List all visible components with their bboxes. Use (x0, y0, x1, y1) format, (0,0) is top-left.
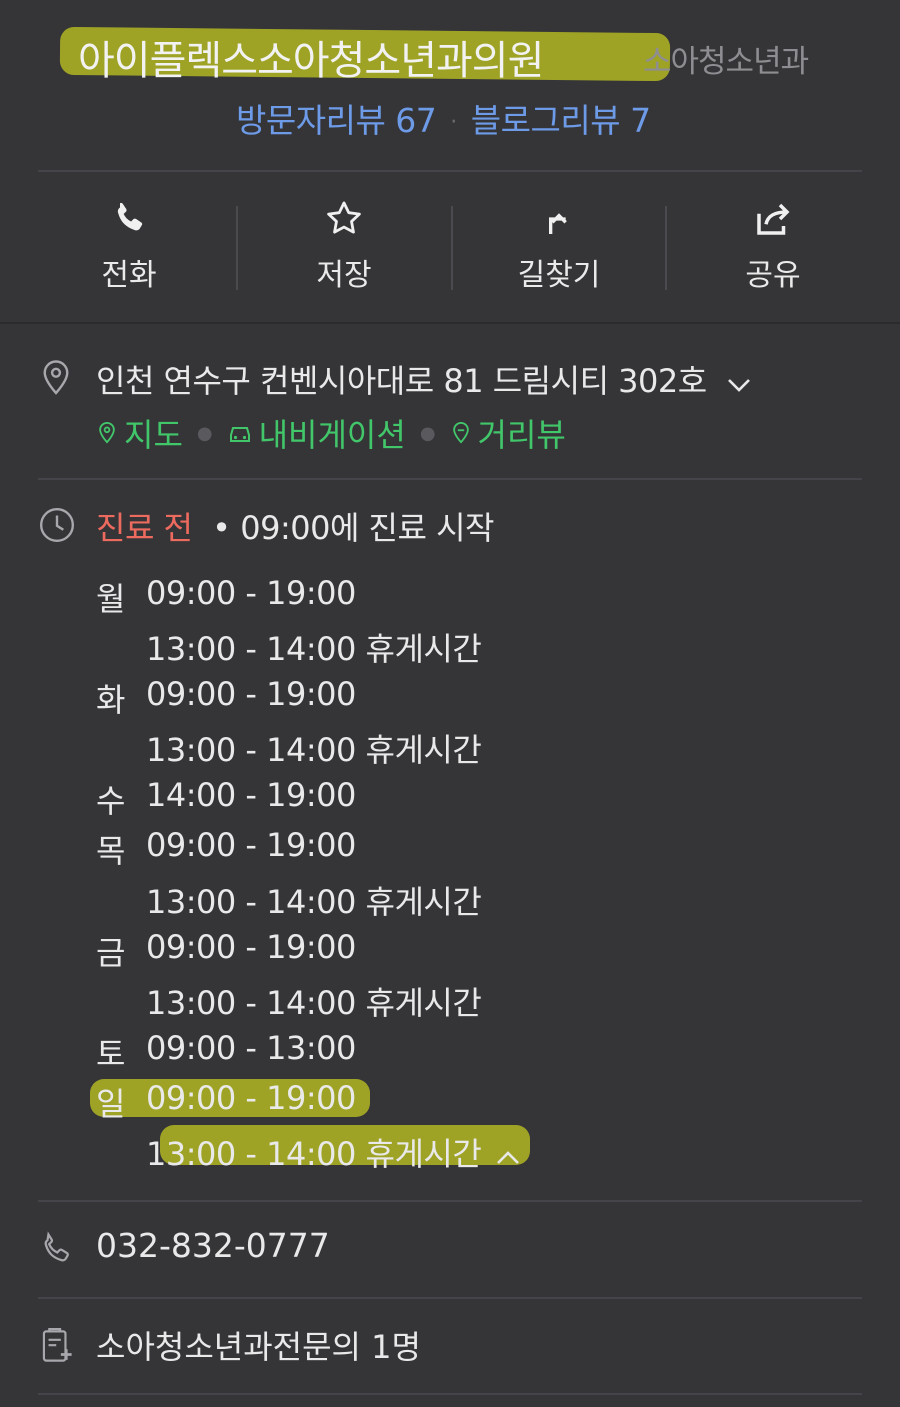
link-separator: ● (419, 422, 436, 444)
time-range: 09:00 - 13:00 (146, 1029, 356, 1067)
place-category: 소아청소년과 (643, 44, 809, 80)
chevron-up-icon[interactable] (495, 1137, 521, 1175)
phone-divider (38, 1297, 862, 1299)
map-link-label: 지도 (124, 416, 183, 454)
day-label: 금 (96, 934, 125, 972)
car-icon (229, 427, 250, 442)
day-label: 화 (96, 681, 125, 719)
day-label: 목 (96, 832, 125, 870)
visitor-reviews-link[interactable]: 방문자리뷰 67 (236, 101, 437, 140)
hours-divider (38, 1200, 862, 1202)
share-icon (666, 196, 880, 242)
phone-number[interactable]: 032-832-0777 (96, 1226, 330, 1265)
time-range: 09:00 - 19:00 (146, 574, 356, 612)
day-label: 토 (96, 1035, 125, 1073)
header-divider (38, 170, 862, 172)
review-links: 방문자리뷰 67 · 블로그리뷰 7 (236, 94, 651, 142)
address-text: 인천 연수구 컨벤시아대로 81 드림시티 302호 (96, 362, 707, 400)
break-time: 13:00 - 14:00 휴게시간 (146, 883, 482, 921)
share-label: 공유 (745, 258, 801, 293)
review-separator: · (450, 110, 457, 135)
address-row[interactable]: 인천 연수구 컨벤시아대로 81 드림시티 302호 (96, 356, 752, 402)
time-range: 14:00 - 19:00 (146, 776, 356, 814)
directions-label: 길찾기 (517, 258, 601, 293)
address-divider (38, 478, 862, 480)
chevron-down-icon[interactable] (726, 364, 752, 402)
specialist-count: 소아청소년과전문의 1명 (96, 1328, 421, 1366)
time-range: 09:00 - 19:00 (146, 826, 356, 864)
directions-button[interactable]: 길찾기 (452, 196, 666, 294)
map-pin-icon (99, 421, 115, 444)
directions-icon (452, 196, 666, 242)
call-button[interactable]: 전화 (22, 196, 236, 294)
status-detail: • 09:00에 진료 시작 (212, 509, 494, 547)
phone-outline-icon (38, 1230, 76, 1272)
day-label: 일 (96, 1085, 125, 1123)
phone-icon (22, 196, 236, 242)
location-pin-icon (38, 358, 74, 402)
street-view-link-label: 거리뷰 (477, 416, 566, 454)
navigation-link[interactable]: 내비게이션 (227, 410, 406, 456)
street-view-link[interactable]: 거리뷰 (450, 410, 566, 456)
save-label: 저장 (316, 258, 372, 293)
time-range: 09:00 - 19:00 (146, 928, 356, 966)
status-badge: 진료 전 (96, 509, 193, 547)
break-time: 13:00 - 14:00 휴게시간 (146, 1129, 521, 1175)
link-separator: ● (196, 422, 213, 444)
day-label: 수 (96, 782, 125, 820)
map-link[interactable]: 지도 (96, 410, 183, 456)
actions-divider (0, 322, 900, 324)
place-title: 아이플렉스소아청소년과의원 (78, 38, 544, 84)
call-label: 전화 (101, 258, 157, 293)
street-view-icon (452, 421, 469, 444)
break-time: 13:00 - 14:00 휴게시간 (146, 731, 482, 769)
address-links: 지도 ● 내비게이션 ● 거리뷰 (96, 410, 566, 456)
day-label: 월 (96, 580, 125, 618)
save-button[interactable]: 저장 (237, 196, 451, 294)
hours-status[interactable]: 진료 전 • 09:00에 진료 시작 (96, 503, 494, 549)
break-time: 13:00 - 14:00 휴게시간 (146, 630, 482, 668)
time-range: 09:00 - 19:00 (146, 675, 356, 713)
medical-clipboard-icon (38, 1326, 76, 1370)
time-range: 09:00 - 19:00 (146, 1079, 356, 1117)
break-time: 13:00 - 14:00 휴게시간 (146, 984, 482, 1022)
clock-icon (38, 506, 76, 548)
bottom-divider (38, 1393, 862, 1395)
navigation-link-label: 내비게이션 (258, 416, 406, 454)
star-icon (237, 196, 451, 242)
share-button[interactable]: 공유 (666, 196, 880, 294)
blog-reviews-link[interactable]: 블로그리뷰 7 (471, 101, 651, 140)
